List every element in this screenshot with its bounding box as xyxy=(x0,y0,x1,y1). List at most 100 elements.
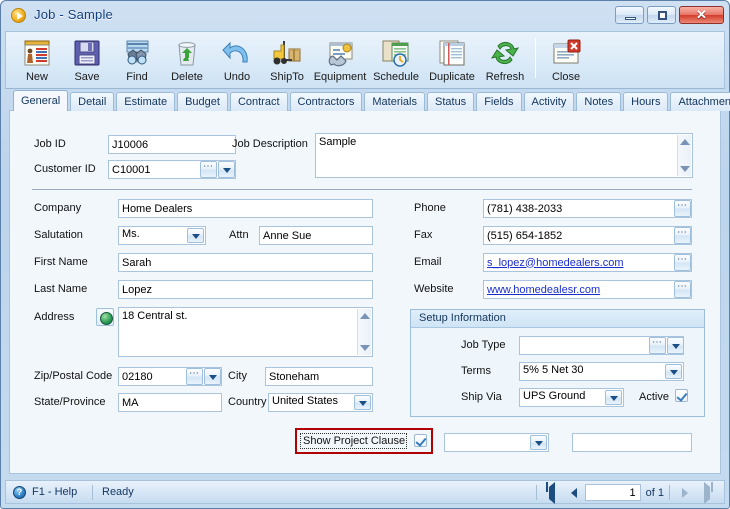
email-ellipsis-button[interactable]: ⋯ xyxy=(674,254,691,271)
fax-ellipsis-button[interactable]: ⋯ xyxy=(674,227,691,244)
zip-dropdown-button[interactable] xyxy=(204,368,221,385)
job-window: Job - Sample ✕ New Save Find Delete Undo… xyxy=(0,0,730,509)
first-name-input[interactable] xyxy=(118,253,373,272)
chevron-down-icon[interactable] xyxy=(665,364,682,379)
company-input[interactable] xyxy=(118,199,373,218)
customer-id-ellipsis-button[interactable]: ⋯ xyxy=(200,161,217,178)
zip-ellipsis-button[interactable]: ⋯ xyxy=(186,368,203,385)
maximize-button[interactable] xyxy=(647,6,676,24)
window-body: New Save Find Delete Undo ShipTo Equipme… xyxy=(5,31,730,504)
email-input[interactable] xyxy=(483,253,692,272)
chevron-down-icon[interactable] xyxy=(354,395,371,410)
close-window-icon xyxy=(550,37,582,69)
attn-input[interactable] xyxy=(259,226,373,245)
last-page-button[interactable] xyxy=(696,481,718,504)
toolbar-button-save[interactable]: Save xyxy=(62,35,112,87)
toolbar-button-undo[interactable]: Undo xyxy=(212,35,262,87)
fax-input[interactable] xyxy=(483,226,692,245)
phone-input[interactable] xyxy=(483,199,692,218)
tab-fields[interactable]: Fields xyxy=(476,92,522,111)
chevron-down-icon[interactable] xyxy=(530,435,547,450)
show-project-clause-checkbox[interactable] xyxy=(414,434,427,447)
tab-estimate[interactable]: Estimate xyxy=(116,92,176,111)
toolbar-label-find: Find xyxy=(126,71,148,83)
tab-budget[interactable]: Budget xyxy=(177,92,228,111)
toolbar-label-equipment: Equipment xyxy=(313,71,367,83)
first-page-icon xyxy=(545,481,555,504)
salutation-value: Ms. xyxy=(122,228,140,240)
tab-strip: General Detail Estimate Budget Contract … xyxy=(5,89,730,111)
previous-page-button[interactable] xyxy=(563,484,585,502)
phone-ellipsis-button[interactable]: ⋯ xyxy=(674,200,691,217)
scroll-up-icon[interactable] xyxy=(680,139,690,145)
statusbar-divider xyxy=(92,485,93,500)
job-type-dropdown-button[interactable] xyxy=(667,337,684,354)
minimize-button[interactable] xyxy=(615,6,644,24)
minimize-icon xyxy=(625,17,636,20)
tab-hours[interactable]: Hours xyxy=(623,92,669,111)
toolbar-button-schedule[interactable]: Schedule xyxy=(368,35,424,87)
undo-arrow-icon xyxy=(221,37,253,69)
job-description-scrollbar[interactable] xyxy=(677,135,691,176)
project-clause-input[interactable] xyxy=(572,433,692,452)
chevron-down-icon[interactable] xyxy=(605,390,622,405)
tab-general[interactable]: General xyxy=(13,90,69,111)
terms-label: Terms xyxy=(461,365,491,377)
country-select[interactable]: United States xyxy=(268,393,373,412)
toolbar-button-close[interactable]: Close xyxy=(541,35,591,87)
close-button[interactable]: ✕ xyxy=(679,6,724,24)
page-number-input[interactable] xyxy=(584,484,641,501)
zip-label: Zip/Postal Code xyxy=(34,370,113,382)
ship-via-value: UPS Ground xyxy=(523,390,586,402)
address-scrollbar[interactable] xyxy=(357,309,371,355)
status-message: Ready xyxy=(102,486,134,498)
scroll-up-icon[interactable] xyxy=(360,313,370,319)
state-input[interactable] xyxy=(118,393,222,412)
tab-contractors[interactable]: Contractors xyxy=(289,92,363,111)
ship-via-select[interactable]: UPS Ground xyxy=(519,388,624,407)
toolbar-label-new: New xyxy=(25,71,48,83)
toolbar-button-find[interactable]: Find xyxy=(112,35,162,87)
scroll-down-icon[interactable] xyxy=(360,345,370,351)
help-icon[interactable]: ? xyxy=(13,486,26,499)
toolbar-button-delete[interactable]: Delete xyxy=(162,35,212,87)
toolbar-button-refresh[interactable]: Refresh xyxy=(480,35,530,87)
job-type-ellipsis-button[interactable]: ⋯ xyxy=(649,337,666,354)
toolbar-button-shipto[interactable]: ShipTo xyxy=(262,35,312,87)
toolbar-button-equipment[interactable]: Equipment xyxy=(312,35,368,87)
tab-detail[interactable]: Detail xyxy=(70,92,115,111)
job-id-input[interactable] xyxy=(108,135,236,154)
terms-select[interactable]: 5% 5 Net 30 xyxy=(519,362,684,381)
toolbar-label-close: Close xyxy=(551,71,581,83)
job-description-textarea[interactable]: Sample xyxy=(315,133,693,178)
tab-status[interactable]: Status xyxy=(427,92,475,111)
tab-notes[interactable]: Notes xyxy=(576,92,622,111)
customer-id-dropdown-button[interactable] xyxy=(218,161,235,178)
toolbar-button-duplicate[interactable]: Duplicate xyxy=(424,35,480,87)
project-clause-select[interactable] xyxy=(444,433,549,452)
help-label[interactable]: F1 - Help xyxy=(32,486,77,498)
first-page-button[interactable] xyxy=(541,481,563,504)
globe-icon-button[interactable] xyxy=(96,308,114,326)
maximize-icon xyxy=(658,11,667,20)
last-name-input[interactable] xyxy=(118,280,373,299)
tab-activity[interactable]: Activity xyxy=(523,92,575,111)
address-textarea[interactable]: 18 Central st. xyxy=(118,307,373,357)
last-page-icon xyxy=(704,481,713,504)
toolbar-button-new[interactable]: New xyxy=(12,35,62,87)
setup-information-group: Setup Information Job Type ⋯ Terms 5% 5 … xyxy=(410,309,705,417)
active-checkbox[interactable] xyxy=(675,389,688,402)
binoculars-icon xyxy=(121,37,153,69)
scroll-down-icon[interactable] xyxy=(680,166,690,172)
tab-attachment[interactable]: Attachment xyxy=(670,92,730,111)
chevron-down-icon xyxy=(223,168,231,173)
city-input[interactable] xyxy=(265,367,373,386)
website-ellipsis-button[interactable]: ⋯ xyxy=(674,281,691,298)
tab-materials[interactable]: Materials xyxy=(364,92,425,111)
tab-contract[interactable]: Contract xyxy=(229,92,288,111)
chevron-down-icon[interactable] xyxy=(187,228,204,243)
salutation-select[interactable]: Ms. xyxy=(118,226,206,245)
next-page-button[interactable] xyxy=(674,484,696,502)
job-id-label: Job ID xyxy=(34,138,66,150)
website-input[interactable] xyxy=(483,280,692,299)
